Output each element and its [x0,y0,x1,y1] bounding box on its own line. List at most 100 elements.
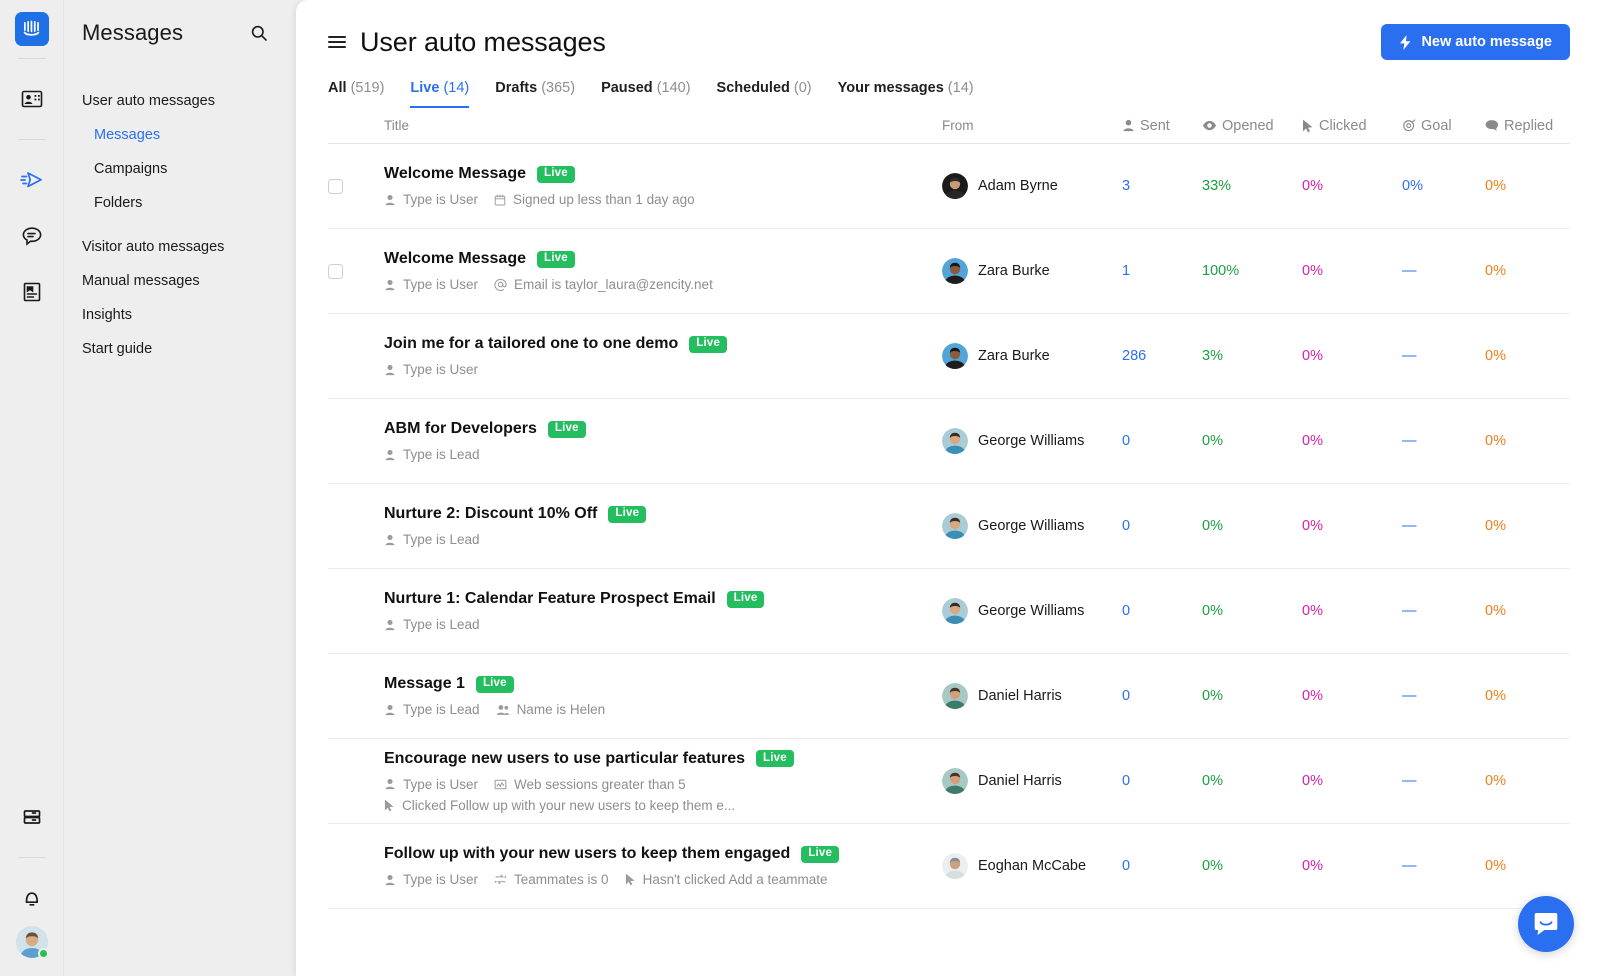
search-icon[interactable] [248,22,270,44]
sidebar-item-insights[interactable]: Insights [64,298,296,332]
sidebar-item-folders[interactable]: Folders [64,186,296,220]
avatar [942,428,968,454]
current-user-avatar[interactable] [15,926,49,959]
contacts-icon[interactable] [10,77,54,121]
sidebar-item-campaigns[interactable]: Campaigns [64,152,296,186]
new-auto-message-button[interactable]: New auto message [1381,24,1570,60]
row-title[interactable]: Message 1 [384,675,465,693]
row-from-name: Zara Burke [978,348,1050,364]
avatar [942,258,968,284]
row-checkbox-cell[interactable] [328,263,384,279]
table-row[interactable]: Welcome Message Live Type is User Email is … [328,229,1570,314]
row-goal-value: 0% [1402,178,1423,194]
secondary-sidebar: Messages User auto messages Messages Cam… [64,0,296,976]
row-title-cell[interactable]: Welcome Message Live Type is User Signed up… [384,165,942,207]
header-sent-label: Sent [1140,117,1170,134]
online-status-dot [37,948,49,959]
row-checkbox[interactable] [328,263,343,279]
row-title[interactable]: Encourage new users to use particular fe… [384,750,745,768]
row-meta-line: Type is User Email is taylor_laura@zencit… [384,277,928,292]
row-from-name: Adam Byrne [978,178,1058,194]
table-row[interactable]: Join me for a tailored one to one demo Li… [328,314,1570,399]
row-title-cell[interactable]: Follow up with your new users to keep th… [384,845,942,887]
row-title-cell[interactable]: Welcome Message Live Type is User Email is … [384,250,942,292]
row-sent-value[interactable]: 3 [1122,178,1202,194]
tab-paused[interactable]: Paused (140) [601,80,690,108]
table-row[interactable]: Follow up with your new users to keep th… [328,824,1570,909]
header-title[interactable]: Title [384,118,942,133]
sidebar-item-manual-messages[interactable]: Manual messages [64,264,296,298]
header-opened[interactable]: Opened [1202,118,1302,134]
header-goal-label: Goal [1421,117,1452,134]
tab-your-messages[interactable]: Your messages (14) [838,80,974,108]
person-icon [385,534,395,545]
row-meta-item: Type is Lead [384,447,480,462]
row-clicked-value: 0% [1302,178,1323,194]
header-goal[interactable]: Goal [1402,118,1485,134]
articles-icon[interactable] [10,270,54,314]
table-row[interactable]: Encourage new users to use particular fe… [328,739,1570,824]
tab-scheduled[interactable]: Scheduled (0) [717,80,812,108]
icon-rail [0,0,64,976]
tab-live[interactable]: Live (14) [410,80,470,108]
header-clicked-label: Clicked [1319,117,1367,134]
row-sent-value[interactable]: 0 [1122,518,1202,534]
sidebar-item-messages[interactable]: Messages [64,118,296,152]
cursor-arrow-icon [384,799,394,811]
row-title[interactable]: Nurture 2: Discount 10% Off [384,505,597,523]
row-goal-value: — [1402,348,1417,364]
row-title-cell[interactable]: Nurture 1: Calendar Feature Prospect Ema… [384,590,942,632]
row-title[interactable]: Nurture 1: Calendar Feature Prospect Ema… [384,590,716,608]
row-sent-value[interactable]: 0 [1122,603,1202,619]
table-row[interactable]: Welcome Message Live Type is User Signed up… [328,144,1570,229]
row-sent-value[interactable]: 1 [1122,263,1202,279]
row-sent-value[interactable]: 286 [1122,348,1202,364]
row-sent-value[interactable]: 0 [1122,773,1202,789]
row-title-cell[interactable]: Encourage new users to use particular fe… [384,750,942,813]
notifications-bell-icon[interactable] [10,876,54,920]
tab-drafts[interactable]: Drafts (365) [495,80,575,108]
row-meta-text: Type is Lead [403,617,480,632]
row-meta-text: Signed up less than 1 day ago [513,192,695,207]
row-title[interactable]: Welcome Message [384,165,526,183]
header-sent[interactable]: Sent [1122,118,1202,134]
sidebar-item-start-guide[interactable]: Start guide [64,332,296,366]
tab-all[interactable]: All (519) [328,80,384,108]
row-title[interactable]: ABM for Developers [384,420,537,438]
row-opened-value: 33% [1202,178,1232,194]
hamburger-menu-icon[interactable] [328,36,346,48]
reports-icon[interactable] [10,795,54,839]
person-icon [385,449,395,460]
status-badge: Live [689,335,728,353]
header-from[interactable]: From [942,118,1122,133]
intercom-chat-icon[interactable] [1518,896,1574,952]
header-replied[interactable]: Replied [1485,118,1570,134]
row-sent-value[interactable]: 0 [1122,858,1202,874]
row-title[interactable]: Join me for a tailored one to one demo [384,335,678,353]
outbound-send-icon[interactable] [10,158,54,202]
row-title-cell[interactable]: Message 1 Live Type is Lead Name is Helen [384,675,942,717]
row-meta-text: Email is taylor_laura@zencity.net [514,277,713,292]
chart-icon [494,779,507,789]
avatar [942,343,968,369]
row-title-cell[interactable]: Join me for a tailored one to one demo Li… [384,335,942,377]
sidebar-group-user-auto-messages[interactable]: User auto messages [64,84,296,118]
row-meta: Type is Lead Name is Helen [384,702,928,717]
header-clicked[interactable]: Clicked [1302,118,1402,134]
row-checkbox[interactable] [328,178,343,194]
row-title[interactable]: Welcome Message [384,250,526,268]
intercom-logo-icon[interactable] [14,12,49,46]
row-title-cell[interactable]: Nurture 2: Discount 10% Off Live Type is L… [384,505,942,547]
row-title[interactable]: Follow up with your new users to keep th… [384,845,790,863]
table-row[interactable]: Nurture 1: Calendar Feature Prospect Ema… [328,569,1570,654]
table-row[interactable]: Nurture 2: Discount 10% Off Live Type is L… [328,484,1570,569]
table-row[interactable]: ABM for Developers Live Type is Lead George… [328,399,1570,484]
row-sent-value[interactable]: 0 [1122,688,1202,704]
tab-all-label: All [328,80,347,96]
row-checkbox-cell[interactable] [328,178,384,194]
sidebar-item-visitor-auto-messages[interactable]: Visitor auto messages [64,230,296,264]
inbox-conversation-icon[interactable] [10,214,54,258]
row-sent-value[interactable]: 0 [1122,433,1202,449]
table-row[interactable]: Message 1 Live Type is Lead Name is Helen Da… [328,654,1570,739]
row-title-cell[interactable]: ABM for Developers Live Type is Lead [384,420,942,462]
